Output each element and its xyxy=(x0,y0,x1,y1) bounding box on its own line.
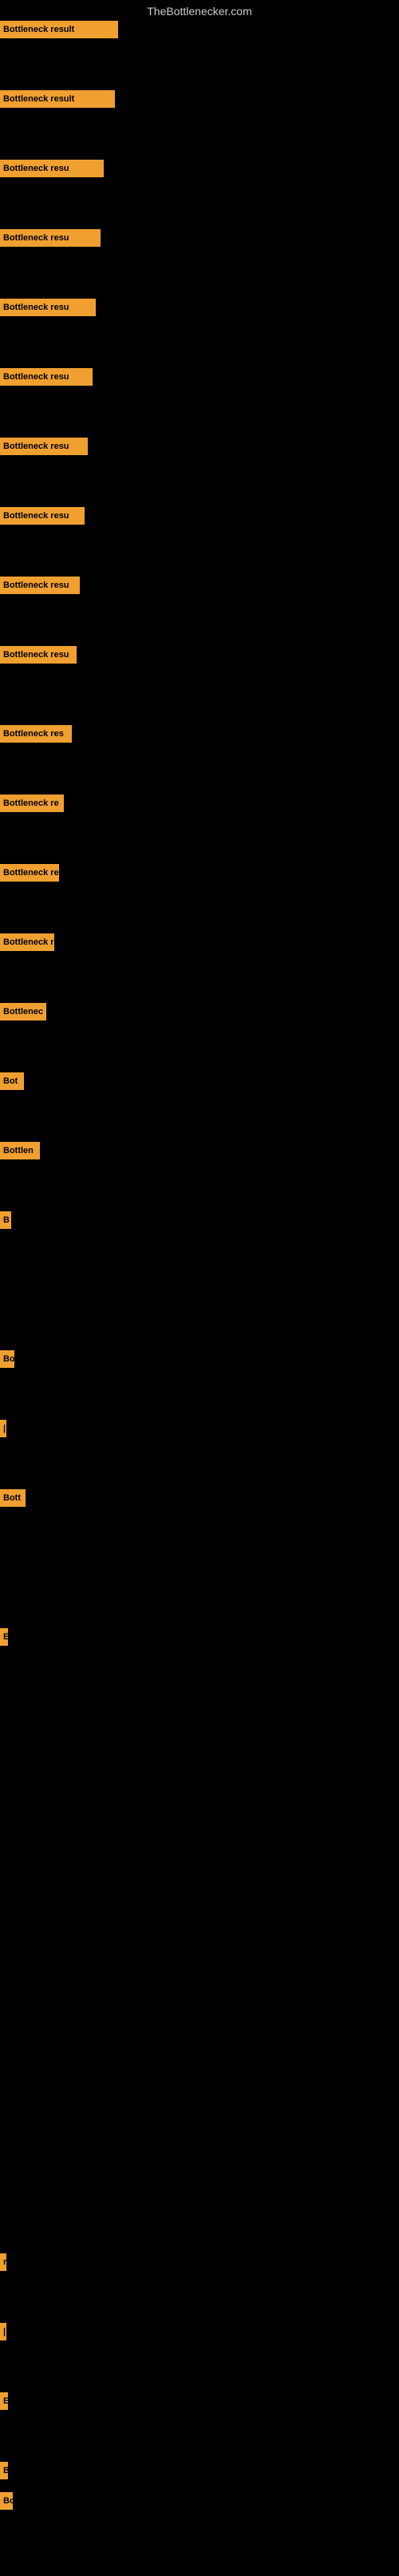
bar-row-1: Bottleneck result xyxy=(0,90,399,108)
bar-row-4: Bottleneck resu xyxy=(0,299,399,316)
bar-row-7: Bottleneck resu xyxy=(0,507,399,525)
bar-row-11: Bottleneck re xyxy=(0,795,399,812)
bar-row-23: E xyxy=(0,1628,399,1646)
bar-row-17: B xyxy=(0,1211,399,1229)
bar-label-36: Bo xyxy=(0,2492,13,2510)
bar-row-21: Bott xyxy=(0,1489,399,1507)
bar-row-0: Bottleneck result xyxy=(0,21,399,38)
bar-row-9: Bottleneck resu xyxy=(0,646,399,664)
bar-label-35: B xyxy=(0,2462,8,2479)
bar-label-32: r xyxy=(0,2253,6,2271)
bar-row-6: Bottleneck resu xyxy=(0,438,399,455)
bar-label-19: Bo xyxy=(0,1350,14,1368)
bar-label-2: Bottleneck resu xyxy=(0,160,104,177)
bar-label-11: Bottleneck re xyxy=(0,795,64,812)
bar-row-19: Bo xyxy=(0,1350,399,1368)
bar-label-4: Bottleneck resu xyxy=(0,299,96,316)
bar-label-15: Bot xyxy=(0,1072,24,1090)
bar-row-2: Bottleneck resu xyxy=(0,160,399,177)
bar-label-3: Bottleneck resu xyxy=(0,229,101,247)
bar-label-23: E xyxy=(0,1628,8,1646)
bar-label-14: Bottlenec xyxy=(0,1003,46,1020)
bar-label-17: B xyxy=(0,1211,11,1229)
bar-label-9: Bottleneck resu xyxy=(0,646,77,664)
bar-label-5: Bottleneck resu xyxy=(0,368,93,386)
bar-row-14: Bottlenec xyxy=(0,1003,399,1020)
bar-label-12: Bottleneck re xyxy=(0,864,59,882)
bar-label-1: Bottleneck result xyxy=(0,90,115,108)
bar-row-5: Bottleneck resu xyxy=(0,368,399,386)
bar-row-34: E xyxy=(0,2392,399,2410)
bar-row-32: r xyxy=(0,2253,399,2271)
bar-row-8: Bottleneck resu xyxy=(0,577,399,594)
bar-label-20: | xyxy=(0,1420,6,1437)
bar-row-15: Bot xyxy=(0,1072,399,1090)
bar-label-33: | xyxy=(0,2323,6,2340)
bar-label-16: Bottlen xyxy=(0,1142,40,1159)
bar-label-7: Bottleneck resu xyxy=(0,507,85,525)
bar-label-0: Bottleneck result xyxy=(0,21,118,38)
bar-row-10: Bottleneck res xyxy=(0,725,399,743)
bar-label-6: Bottleneck resu xyxy=(0,438,88,455)
bar-row-12: Bottleneck re xyxy=(0,864,399,882)
bar-label-21: Bott xyxy=(0,1489,26,1507)
bar-row-36: Bo xyxy=(0,2492,399,2510)
bar-row-13: Bottleneck re xyxy=(0,933,399,951)
bar-row-20: | xyxy=(0,1420,399,1437)
site-title: TheBottlenecker.com xyxy=(0,0,399,21)
bar-label-8: Bottleneck resu xyxy=(0,577,80,594)
bar-row-16: Bottlen xyxy=(0,1142,399,1159)
bar-row-33: | xyxy=(0,2323,399,2340)
bar-row-3: Bottleneck resu xyxy=(0,229,399,247)
bar-label-34: E xyxy=(0,2392,8,2410)
bar-label-13: Bottleneck re xyxy=(0,933,54,951)
bar-label-10: Bottleneck res xyxy=(0,725,72,743)
bar-row-35: B xyxy=(0,2462,399,2479)
